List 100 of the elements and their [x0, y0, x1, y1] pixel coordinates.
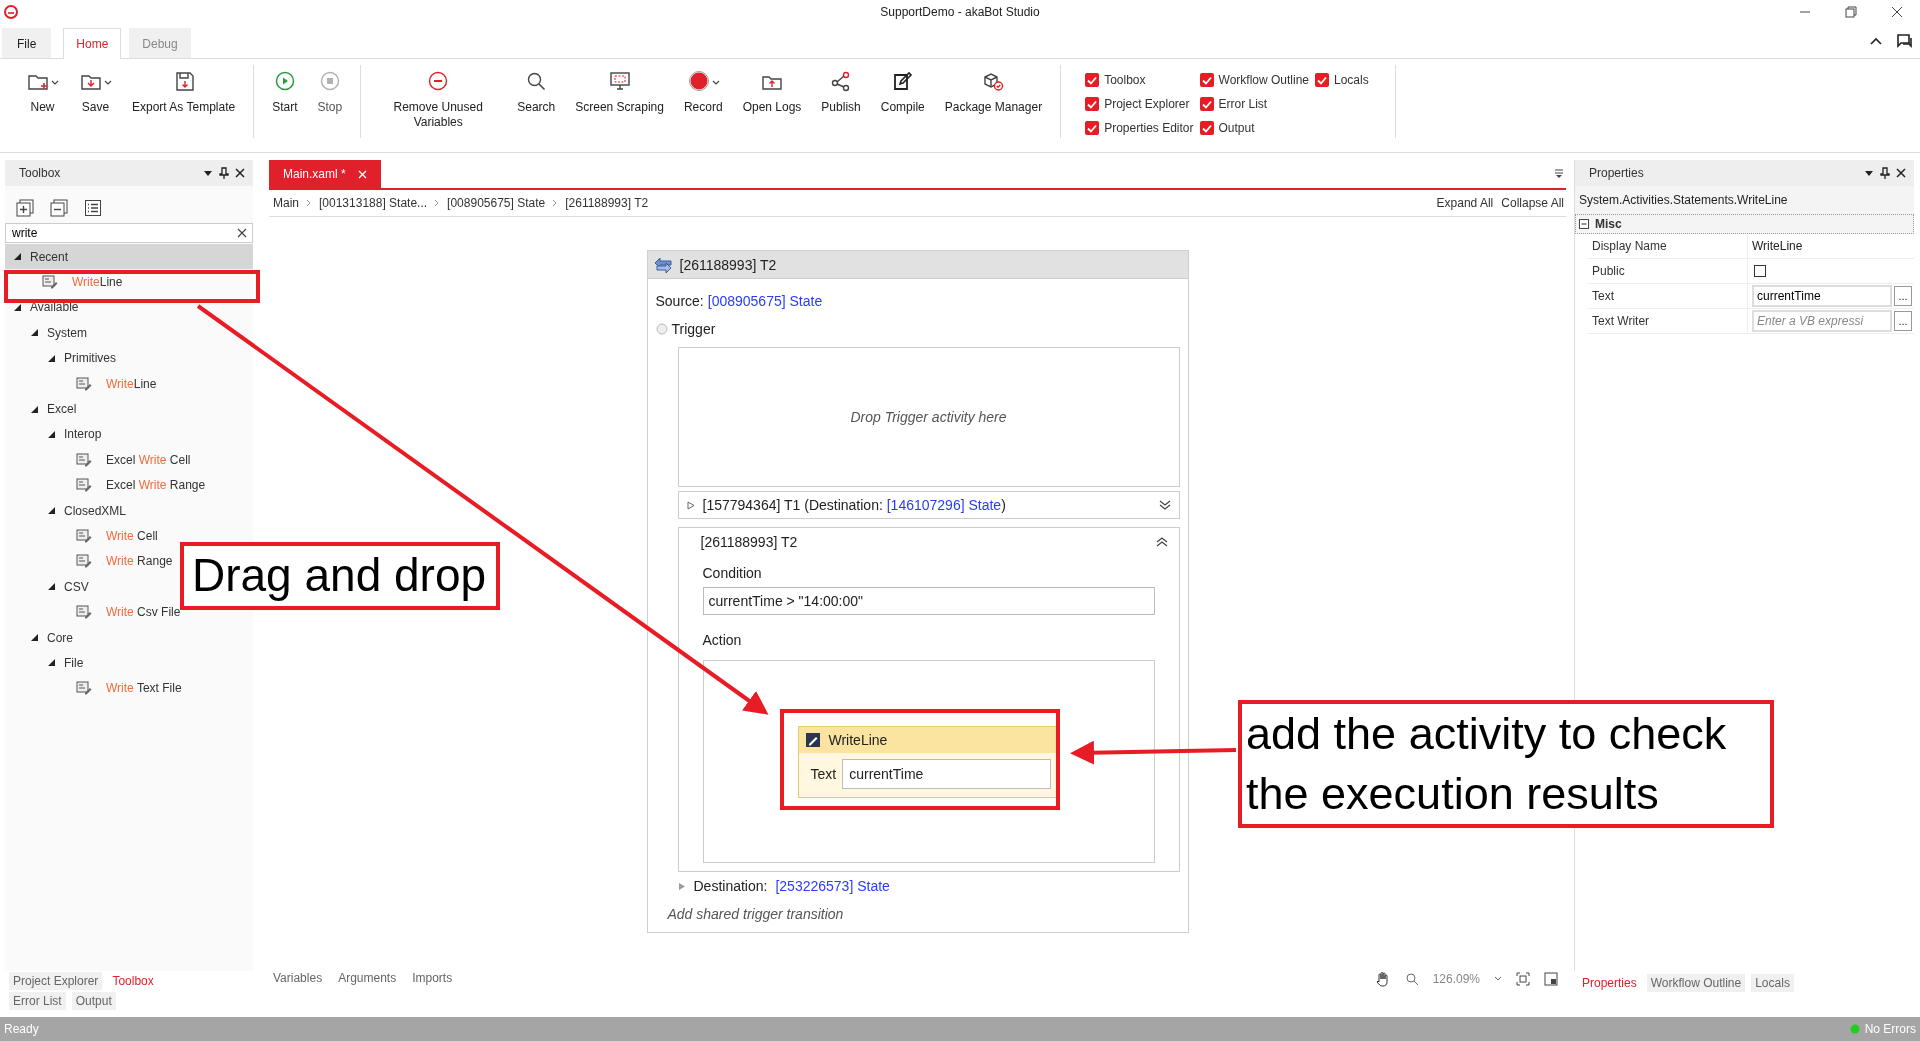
ellipsis-button[interactable]: ...: [1894, 311, 1912, 331]
double-chevron-up-icon[interactable]: [1155, 536, 1168, 548]
add-transition-hint[interactable]: Add shared trigger transition: [647, 900, 1188, 932]
destination-link[interactable]: [253226573] State: [775, 878, 890, 894]
property-category[interactable]: Misc: [1575, 214, 1914, 234]
tree-item[interactable]: Interop: [5, 421, 102, 448]
collapse-icon[interactable]: [1579, 219, 1589, 229]
hand-icon[interactable]: [1374, 971, 1391, 987]
designer-tab[interactable]: Variables: [273, 971, 323, 985]
expand-icon[interactable]: [47, 353, 56, 363]
tree-item[interactable]: Excel Write Cell: [5, 447, 191, 473]
tree-item[interactable]: Core: [5, 624, 73, 651]
expand-all-button[interactable]: [15, 198, 35, 218]
close-icon[interactable]: [235, 168, 245, 178]
ribbon-button[interactable]: Open Logs: [734, 68, 810, 115]
source-link[interactable]: [008905675] State: [707, 293, 823, 309]
ribbon-button[interactable]: Compile: [872, 68, 933, 115]
checkbox[interactable]: [1085, 73, 1100, 87]
checkbox[interactable]: [1085, 121, 1100, 135]
text-field[interactable]: currentTime: [842, 758, 1051, 789]
designer-tab[interactable]: Arguments: [338, 971, 397, 985]
tree-item[interactable]: Write Range: [5, 548, 173, 575]
expand-icon[interactable]: [13, 302, 22, 312]
panel-tab[interactable]: Project Explorer: [9, 972, 103, 990]
tree-item[interactable]: Excel Write Range: [5, 472, 206, 498]
tree-item[interactable]: Write Csv File: [5, 599, 181, 625]
pin-icon[interactable]: [1880, 167, 1890, 179]
tab-list-icon[interactable]: [1554, 168, 1564, 178]
designer-tab[interactable]: Imports: [412, 971, 453, 985]
expand-icon[interactable]: [47, 506, 56, 516]
expand-icon[interactable]: [47, 429, 56, 439]
tree-item[interactable]: Write Cell: [5, 523, 158, 549]
collapse-all-link[interactable]: Collapse All: [1501, 196, 1564, 210]
tree-item[interactable]: Write Text File: [5, 675, 182, 702]
expand-all-link[interactable]: Expand All: [1436, 196, 1494, 210]
tree-item[interactable]: Available: [5, 294, 79, 321]
ribbon-button[interactable]: Export As Template: [124, 68, 244, 115]
panel-tab[interactable]: Locals: [1751, 974, 1794, 992]
zoom-level[interactable]: 126.09%: [1432, 972, 1480, 986]
destination-link[interactable]: [146107296] State: [886, 497, 1002, 513]
expression-field[interactable]: Enter a VB expressi: [1752, 310, 1892, 332]
expand-icon[interactable]: [30, 633, 39, 643]
list-view-button[interactable]: [83, 198, 103, 218]
ribbon-button[interactable]: New: [18, 68, 67, 115]
clear-icon[interactable]: [237, 228, 247, 238]
ribbon-button[interactable]: Save: [71, 68, 120, 115]
expand-icon[interactable]: [47, 658, 56, 668]
checkbox[interactable]: [1199, 97, 1214, 111]
dropdown-icon[interactable]: [1864, 168, 1874, 178]
breadcrumb-item[interactable]: [008905675] State: [447, 196, 546, 210]
tree-item[interactable]: WriteLine: [5, 269, 123, 295]
checkbox[interactable]: [1754, 265, 1766, 277]
tree-item[interactable]: System: [5, 320, 87, 346]
breadcrumb-item[interactable]: [261188993] T2: [565, 196, 649, 210]
dropdown-icon[interactable]: [203, 168, 213, 178]
ribbon-button[interactable]: Package Manager: [936, 68, 1051, 115]
transition-row[interactable]: [157794364] T1 (Destination: [146107296] State): [677, 491, 1180, 519]
close-icon[interactable]: [1896, 168, 1906, 178]
document-tab[interactable]: Main.xaml *: [269, 160, 381, 188]
pin-icon[interactable]: [219, 167, 229, 179]
double-chevron-down-icon[interactable]: [1158, 499, 1171, 511]
tree-item[interactable]: Excel: [5, 396, 77, 422]
feedback-button[interactable]: [1896, 32, 1914, 50]
checkbox[interactable]: [1199, 121, 1214, 135]
fit-screen-icon[interactable]: [1516, 972, 1530, 986]
tree-item[interactable]: ClosedXML: [5, 497, 127, 524]
ribbon-tab[interactable]: File: [2, 28, 52, 58]
ribbon-button[interactable]: Remove Unused Variables: [371, 68, 506, 130]
zoom-icon[interactable]: [1404, 972, 1419, 986]
panel-tab[interactable]: Workflow Outline: [1646, 974, 1746, 992]
ribbon-tab[interactable]: Home: [63, 28, 122, 59]
breadcrumb-item[interactable]: [001313188] State...: [319, 196, 428, 210]
overview-icon[interactable]: [1544, 972, 1558, 986]
ribbon-button[interactable]: Record: [675, 68, 731, 115]
expand-icon[interactable]: [47, 582, 56, 592]
checkbox[interactable]: [1199, 73, 1214, 87]
ribbon-button[interactable]: Screen Scraping: [567, 68, 672, 115]
tree-item[interactable]: WriteLine: [5, 370, 157, 397]
expression-field[interactable]: currentTime: [1752, 285, 1892, 307]
collapse-all-button[interactable]: [49, 198, 69, 218]
drop-zone[interactable]: Drop Trigger activity here: [677, 347, 1180, 487]
expand-icon[interactable]: [13, 252, 22, 262]
ribbon-button[interactable]: Publish: [813, 68, 869, 115]
checkbox[interactable]: [1315, 73, 1329, 87]
tree-item[interactable]: Primitives: [5, 345, 116, 371]
ribbon-button[interactable]: Start: [264, 68, 306, 115]
ribbon-button[interactable]: Search: [509, 68, 564, 115]
breadcrumb-item[interactable]: Main: [273, 196, 299, 210]
ellipsis-button[interactable]: ...: [1894, 286, 1912, 306]
tree-item[interactable]: CSV: [5, 574, 89, 600]
search-field[interactable]: write: [5, 223, 253, 243]
caret-icon[interactable]: [1494, 976, 1502, 982]
tree-item[interactable]: Recent: [5, 244, 253, 270]
expand-icon[interactable]: [30, 404, 39, 414]
tree-item[interactable]: File: [5, 650, 84, 676]
panel-tab[interactable]: Output: [71, 992, 116, 1010]
expand-icon[interactable]: [30, 328, 39, 338]
condition-field[interactable]: currentTime > "14:00:00": [702, 587, 1155, 615]
panel-tab[interactable]: Error List: [9, 992, 66, 1010]
checkbox[interactable]: [1085, 97, 1100, 111]
